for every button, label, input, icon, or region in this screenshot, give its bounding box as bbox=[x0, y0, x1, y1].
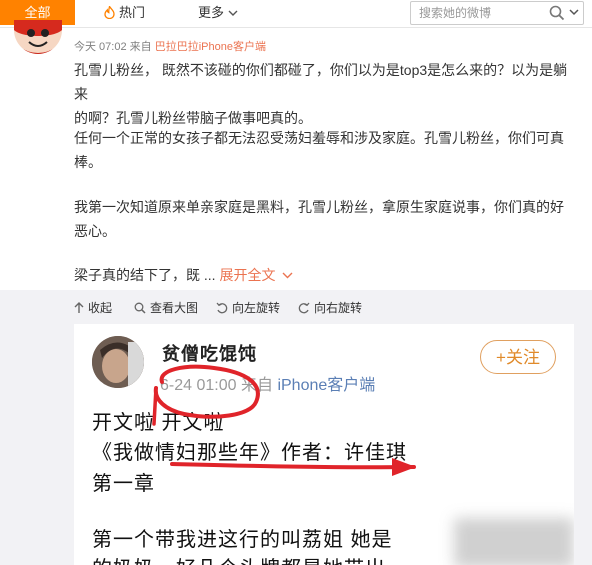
magnify-icon bbox=[134, 302, 146, 314]
post-from-label: 来自 bbox=[129, 41, 152, 53]
rotate-left-button[interactable]: 向左旋转 bbox=[216, 299, 280, 316]
rotate-right-label: 向右旋转 bbox=[314, 301, 363, 315]
blurred-region bbox=[454, 518, 574, 565]
post-line: 孔雪儿粉丝， 既然不该碰的你们都碰了，你们以为是top3是怎么来的？以为是躺来 bbox=[74, 62, 568, 102]
screenshot-avatar bbox=[92, 336, 144, 388]
screenshot-line: 第一章 bbox=[92, 473, 155, 495]
rotate-left-icon bbox=[216, 302, 228, 313]
post-line: 任何一个正常的女孩子都无法忍受荡妇羞辱和涉及家庭。孔雪儿粉丝，你们可真 bbox=[74, 130, 564, 146]
screenshot-follow-button: +关注 bbox=[480, 340, 556, 374]
screenshot-from-label: 来自 bbox=[240, 377, 273, 394]
view-large-label: 查看大图 bbox=[150, 301, 199, 315]
tab-all-label: 全部 bbox=[24, 5, 51, 20]
rotate-right-button[interactable]: 向右旋转 bbox=[298, 299, 362, 316]
screenshot-line: 第一个带我进这行的叫荔姐 她是 bbox=[92, 529, 393, 551]
post-paragraph-2: 任何一个正常的女孩子都无法忍受荡妇羞辱和涉及家庭。孔雪儿粉丝，你们可真 棒。 bbox=[74, 126, 574, 174]
chevron-down-icon bbox=[282, 272, 293, 279]
rotate-right-icon bbox=[298, 302, 310, 313]
screenshot-time: 6-24 01:00 bbox=[160, 377, 237, 394]
collapse-icon bbox=[74, 301, 84, 313]
tab-more[interactable]: 更多 bbox=[198, 0, 238, 25]
avatar[interactable] bbox=[14, 20, 62, 54]
screenshot-line: 开文啦 开文啦 bbox=[92, 412, 225, 434]
post-paragraph-3: 我第一次知道原来单亲家庭是黑料，孔雪儿粉丝，拿原生家庭说事，你们真的好 恶心。 bbox=[74, 195, 574, 243]
dropdown-arrow-icon[interactable] bbox=[569, 7, 579, 17]
screenshot-line: 《我做情妇那些年》作者：许佳琪 bbox=[92, 442, 407, 464]
post-paragraph-1: 孔雪儿粉丝， 既然不该碰的你们都碰了，你们以为是top3是怎么来的？以为是躺来 … bbox=[74, 58, 574, 130]
post-line: 棒。 bbox=[74, 154, 102, 170]
post-line: 我第一次知道原来单亲家庭是黑料，孔雪儿粉丝，拿原生家庭说事，你们真的好 bbox=[74, 199, 564, 215]
expand-full-text-link[interactable]: 展开全文 bbox=[219, 267, 293, 283]
post-time[interactable]: 今天 07:02 bbox=[74, 41, 127, 53]
view-large-button[interactable]: 查看大图 bbox=[134, 299, 198, 316]
expand-label: 展开全文 bbox=[219, 267, 276, 283]
post-image[interactable]: 贫僧吃馄饨 +关注 6-24 01:00 来自 iPhone客户端 开文啦 开文… bbox=[74, 324, 574, 565]
screenshot-line: 的奶奶，好几个头牌都是她带出 bbox=[92, 552, 386, 565]
post-line: 梁子真的结下了，既 ... bbox=[74, 267, 216, 283]
post-line: 恶心。 bbox=[74, 223, 116, 239]
tab-more-label: 更多 bbox=[198, 5, 225, 20]
tab-hot[interactable]: 热门 bbox=[104, 0, 145, 25]
screenshot-source: iPhone客户端 bbox=[277, 377, 376, 394]
collapse-button[interactable]: 收起 bbox=[74, 299, 112, 316]
screenshot-username: 贫僧吃馄饨 bbox=[162, 344, 257, 364]
flame-icon bbox=[104, 6, 115, 19]
search-box[interactable] bbox=[410, 1, 584, 25]
post-source[interactable]: 巴拉巴拉iPhone客户端 bbox=[155, 41, 266, 53]
collapse-label: 收起 bbox=[88, 301, 113, 315]
search-icon[interactable] bbox=[549, 5, 565, 21]
post-paragraph-4: 梁子真的结下了，既 ... 展开全文 bbox=[74, 263, 574, 287]
tab-hot-label: 热门 bbox=[119, 5, 146, 20]
search-input[interactable] bbox=[419, 4, 539, 22]
rotate-left-label: 向左旋转 bbox=[232, 301, 281, 315]
chevron-down-icon bbox=[228, 10, 238, 16]
post-meta: 今天 07:02 来自 巴拉巴拉iPhone客户端 bbox=[74, 38, 266, 54]
screenshot-meta: 6-24 01:00 来自 iPhone客户端 bbox=[160, 371, 375, 395]
